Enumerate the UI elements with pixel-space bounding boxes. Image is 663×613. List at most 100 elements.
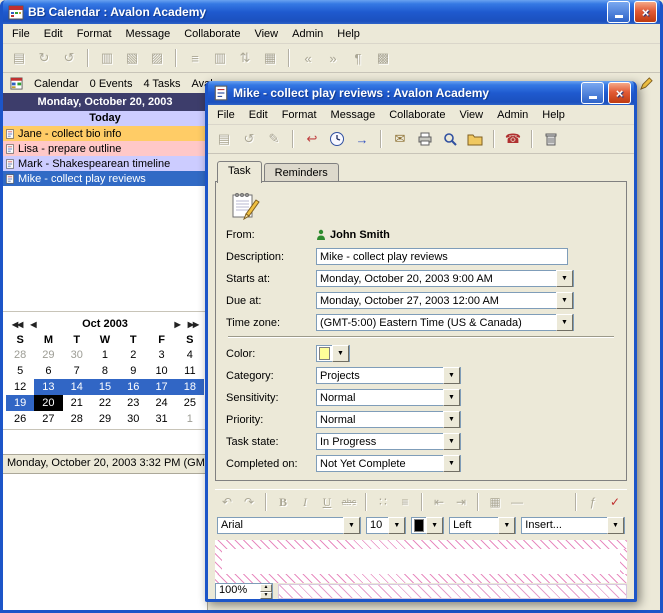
calendar-day[interactable]: 13: [34, 379, 62, 395]
calendar-day[interactable]: 2: [119, 347, 147, 363]
calendar-day[interactable]: 18: [176, 379, 204, 395]
calendar-day[interactable]: 10: [147, 363, 175, 379]
calendar-day[interactable]: 27: [34, 411, 62, 427]
calendar-day[interactable]: 21: [63, 395, 91, 411]
prev-year-button[interactable]: ◀◀: [8, 320, 26, 329]
description-input[interactable]: [316, 248, 568, 265]
calendar-day[interactable]: 4: [176, 347, 204, 363]
dropdown-arrow-icon[interactable]: ▼: [443, 411, 460, 428]
zoom-decrease-button[interactable]: ▼: [260, 592, 272, 600]
calendar-day[interactable]: 31: [147, 411, 175, 427]
dropdown-arrow-icon[interactable]: ▼: [388, 517, 405, 534]
color-select[interactable]: ▼: [316, 345, 350, 362]
sensitivity-select[interactable]: Normal ▼: [316, 389, 461, 406]
main-menu-file[interactable]: File: [5, 26, 37, 42]
text-color-select[interactable]: ▼: [411, 517, 444, 534]
dropdown-arrow-icon[interactable]: ▼: [343, 517, 360, 534]
dialog-titlebar[interactable]: Mike - collect play reviews : Avalon Aca…: [208, 81, 634, 105]
insert-select[interactable]: Insert... ▼: [521, 517, 625, 534]
dropdown-arrow-icon[interactable]: ▼: [498, 517, 515, 534]
history-icon[interactable]: [326, 129, 348, 149]
font-family-select[interactable]: Arial ▼: [217, 517, 361, 534]
main-menu-admin[interactable]: Admin: [285, 26, 330, 42]
main-menu-edit[interactable]: Edit: [37, 26, 70, 42]
tab-task[interactable]: Task: [217, 161, 262, 183]
calendar-day[interactable]: 6: [34, 363, 62, 379]
dialog-menu-edit[interactable]: Edit: [242, 107, 275, 123]
calendar-day[interactable]: 22: [91, 395, 119, 411]
timezone-select[interactable]: (GMT-5:00) Eastern Time (US & Canada) ▼: [316, 314, 574, 331]
calendar-day[interactable]: 25: [176, 395, 204, 411]
starts-at-select[interactable]: Monday, October 20, 2003 9:00 AM ▼: [316, 270, 574, 287]
dialog-close-button[interactable]: ×: [608, 82, 631, 104]
main-titlebar[interactable]: BB Calendar : Avalon Academy ×: [3, 0, 660, 24]
zoom-control[interactable]: 100% ▲ ▼: [215, 583, 273, 599]
calendar-day[interactable]: 1: [91, 347, 119, 363]
dialog-menu-file[interactable]: File: [210, 107, 242, 123]
calendar-day[interactable]: 19: [6, 395, 34, 411]
event-item[interactable]: Lisa - prepare outline: [3, 141, 207, 156]
category-select[interactable]: Projects ▼: [316, 367, 461, 384]
main-menu-message[interactable]: Message: [119, 26, 178, 42]
zoom-increase-button[interactable]: ▲: [260, 584, 272, 592]
priority-select[interactable]: Normal ▼: [316, 411, 461, 428]
calendar-day[interactable]: 26: [6, 411, 34, 427]
event-item[interactable]: Mark - Shakespearean timeline: [3, 156, 207, 171]
dialog-menu-message[interactable]: Message: [324, 107, 383, 123]
dialog-menu-admin[interactable]: Admin: [490, 107, 535, 123]
dropdown-arrow-icon[interactable]: ▼: [443, 389, 460, 406]
dialog-menu-help[interactable]: Help: [535, 107, 572, 123]
calendar-day[interactable]: 8: [91, 363, 119, 379]
calendar-day[interactable]: 23: [119, 395, 147, 411]
next-month-button[interactable]: ▶: [171, 320, 184, 329]
dropdown-arrow-icon[interactable]: ▼: [426, 517, 443, 534]
task-state-select[interactable]: In Progress ▼: [316, 433, 461, 450]
editor-text-area[interactable]: [222, 549, 620, 574]
calendar-day[interactable]: 11: [176, 363, 204, 379]
calendar-day[interactable]: 14: [63, 379, 91, 395]
dropdown-arrow-icon[interactable]: ▼: [443, 433, 460, 450]
event-item[interactable]: Jane - collect bio info: [3, 126, 207, 141]
calendar-day[interactable]: 24: [147, 395, 175, 411]
calendar-day[interactable]: 17: [147, 379, 175, 395]
main-menu-help[interactable]: Help: [330, 26, 367, 42]
tab-reminders[interactable]: Reminders: [264, 163, 339, 182]
calendar-day[interactable]: 7: [63, 363, 91, 379]
dropdown-arrow-icon[interactable]: ▼: [443, 455, 460, 472]
calendar-day[interactable]: 16: [119, 379, 147, 395]
calendar-day[interactable]: 28: [6, 347, 34, 363]
calendar-day[interactable]: 29: [91, 411, 119, 427]
calendar-day[interactable]: 20: [34, 395, 62, 411]
font-size-select[interactable]: 10 ▼: [366, 517, 406, 534]
calendar-day[interactable]: 30: [63, 347, 91, 363]
dialog-menu-format[interactable]: Format: [275, 107, 324, 123]
minimize-button[interactable]: [607, 1, 630, 23]
dropdown-arrow-icon[interactable]: ▼: [332, 345, 349, 362]
calendar-day[interactable]: 9: [119, 363, 147, 379]
calendar-view-label[interactable]: Calendar: [34, 78, 79, 90]
horizontal-scrollbar[interactable]: [278, 584, 627, 599]
dropdown-arrow-icon[interactable]: ▼: [443, 367, 460, 384]
dialog-minimize-button[interactable]: [581, 82, 604, 104]
call-icon[interactable]: ☎: [502, 129, 524, 149]
main-menu-format[interactable]: Format: [70, 26, 119, 42]
dropdown-arrow-icon[interactable]: ▼: [556, 314, 573, 331]
main-menu-view[interactable]: View: [247, 26, 285, 42]
event-item[interactable]: Mike - collect play reviews: [3, 171, 207, 186]
calendar-day[interactable]: 3: [147, 347, 175, 363]
calendar-day[interactable]: 29: [34, 347, 62, 363]
open-folder-icon[interactable]: [464, 129, 486, 149]
calendar-day[interactable]: 15: [91, 379, 119, 395]
calendar-day[interactable]: 30: [119, 411, 147, 427]
dialog-menu-view[interactable]: View: [452, 107, 490, 123]
calendar-day[interactable]: 1: [176, 411, 204, 427]
calendar-day[interactable]: 12: [6, 379, 34, 395]
calendar-day[interactable]: 5: [6, 363, 34, 379]
prev-month-button[interactable]: ◀: [26, 320, 39, 329]
unsend-icon[interactable]: ↩: [301, 129, 323, 149]
search-icon[interactable]: [439, 129, 461, 149]
spellcheck-icon[interactable]: ✓: [605, 492, 625, 512]
calendar-day[interactable]: 28: [63, 411, 91, 427]
next-year-button[interactable]: ▶▶: [184, 320, 202, 329]
dropdown-arrow-icon[interactable]: ▼: [607, 517, 624, 534]
